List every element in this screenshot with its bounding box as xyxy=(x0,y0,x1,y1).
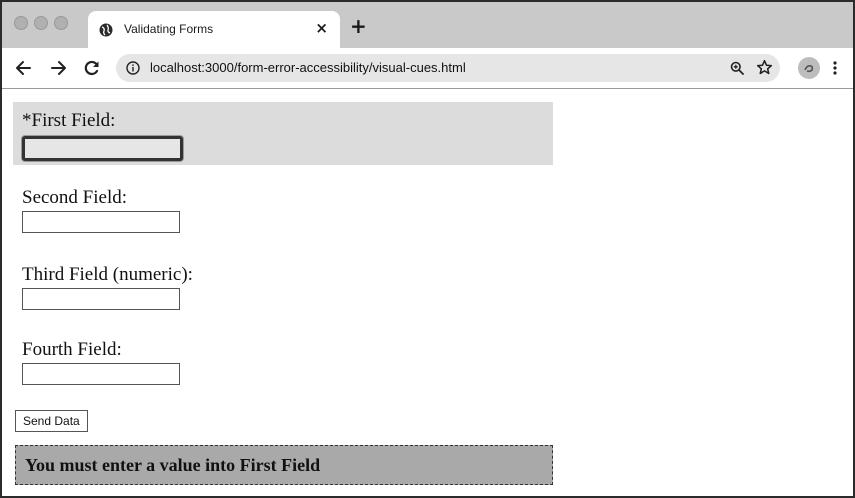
fourth-field-input[interactable] xyxy=(22,363,180,385)
third-field-label: Third Field (numeric): xyxy=(22,264,193,285)
profile-avatar-icon xyxy=(804,65,814,73)
first-field-input[interactable] xyxy=(22,136,183,161)
profile-icon[interactable] xyxy=(798,57,820,79)
arrow-left-icon[interactable] xyxy=(14,58,34,78)
tab-strip: Validating Forms × + xyxy=(2,2,853,48)
browser-window: Validating Forms × + localhost:3000/form… xyxy=(0,0,855,498)
send-data-button[interactable]: Send Data xyxy=(15,410,88,432)
tab-validating-forms[interactable]: Validating Forms × xyxy=(88,11,340,48)
tab-close-icon[interactable]: × xyxy=(315,19,328,37)
third-field-group: Third Field (numeric): xyxy=(13,264,553,316)
address-bar[interactable]: localhost:3000/form-error-accessibility/… xyxy=(116,54,780,82)
url-text[interactable]: localhost:3000/form-error-accessibility/… xyxy=(150,60,466,75)
error-message-text: You must enter a value into First Field xyxy=(25,455,321,475)
fourth-field-label: Fourth Field: xyxy=(22,339,122,360)
maximize-window-button[interactable] xyxy=(54,16,68,30)
close-window-button[interactable] xyxy=(14,16,28,30)
fourth-field-group: Fourth Field: xyxy=(13,339,553,391)
menu-icon[interactable] xyxy=(832,60,838,76)
zoom-icon[interactable] xyxy=(730,61,744,75)
globe-icon xyxy=(99,23,113,37)
second-field-group: Second Field: xyxy=(13,187,553,239)
arrow-right-icon[interactable] xyxy=(48,58,68,78)
first-field-label: *First Field: xyxy=(22,110,116,131)
second-field-input[interactable] xyxy=(22,211,180,233)
minimize-window-button[interactable] xyxy=(34,16,48,30)
page-content: *First Field: Second Field: Third Field … xyxy=(2,89,853,496)
tab-title: Validating Forms xyxy=(124,22,214,36)
new-tab-button[interactable]: + xyxy=(350,16,367,36)
info-icon[interactable] xyxy=(126,61,140,75)
browser-toolbar: localhost:3000/form-error-accessibility/… xyxy=(2,48,853,89)
second-field-label: Second Field: xyxy=(22,187,128,208)
third-field-input[interactable] xyxy=(22,288,180,310)
first-field-group: *First Field: xyxy=(13,102,553,165)
star-icon[interactable] xyxy=(756,59,773,76)
error-message-box: You must enter a value into First Field xyxy=(15,445,553,485)
reload-icon[interactable] xyxy=(82,58,102,78)
